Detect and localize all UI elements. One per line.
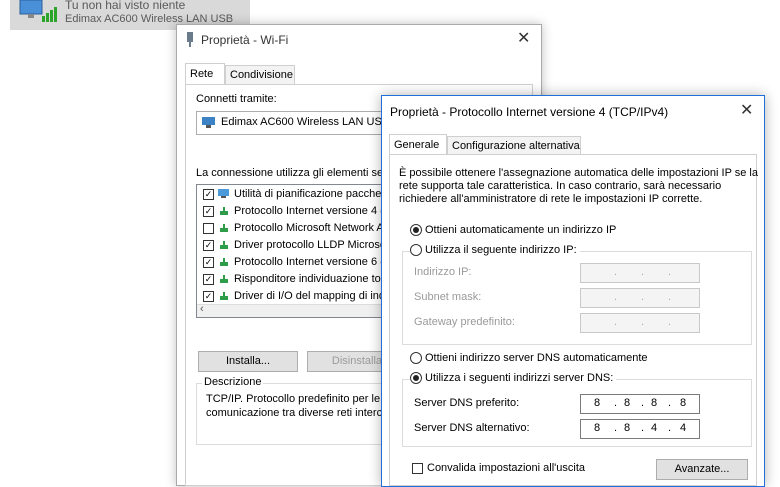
checkbox[interactable]: ✓ (203, 273, 214, 285)
subnet-field[interactable]: ... (580, 288, 700, 308)
window-title: Proprietà - Wi-Fi (201, 33, 289, 47)
close-icon[interactable]: ✕ (740, 103, 753, 119)
octet-3: 4 (651, 422, 658, 434)
validate-label: Convalida impostazioni all'uscita (427, 462, 586, 474)
intro-line-3: richiedere all'amministratore di rete le… (399, 193, 703, 205)
intro-line-1: È possibile ottenere l'assegnazione auto… (399, 167, 758, 179)
checkbox[interactable]: ✓ (203, 256, 214, 268)
protocol-icon (220, 241, 228, 250)
generale-panel: È possibile ottenere l'assegnazione auto… (389, 154, 758, 486)
tab-bar: Generale Configurazione alternativa (389, 134, 749, 156)
network-name: Tu non hai visto niente (65, 0, 186, 12)
checkbox[interactable]: ✓ (203, 188, 214, 200)
list-item[interactable]: ✓ Driver di I/O del mapping di indiv (203, 288, 393, 305)
radio-dot[interactable] (410, 352, 422, 365)
octet-3: 8 (651, 397, 658, 409)
manual-ip-label: Utilizza il seguente indirizzo IP: (425, 244, 577, 256)
checkbox[interactable] (412, 462, 423, 474)
list-item-label: Protocollo Microsoft Network Ad (234, 222, 390, 234)
alternate-dns-label: Server DNS alternativo: (414, 422, 530, 434)
network-adapter-icon (187, 32, 193, 47)
description-line-1: TCP/IP. Protocollo predefinito per le W (206, 393, 394, 405)
tab-rete[interactable]: Rete (185, 63, 225, 84)
checkbox[interactable] (203, 222, 214, 234)
protocol-icon (220, 275, 228, 284)
alternate-dns-field[interactable]: 8. 8. 4. 4 (580, 419, 700, 439)
preferred-dns-field[interactable]: 8. 8. 8. 8 (580, 394, 700, 414)
list-item[interactable]: ✓ Risponditore individuazione topo (203, 271, 393, 288)
subnet-label: Subnet mask: (414, 291, 482, 303)
manual-ip-radio[interactable]: Utilizza il seguente indirizzo IP: (410, 244, 580, 257)
ipv4-properties-window: Proprietà - Protocollo Internet versione… (381, 95, 765, 487)
list-item[interactable]: ✓ Utilità di pianificazione pacchetti (203, 186, 390, 203)
description-line-2: comunicazione tra diverse reti intercon (206, 407, 395, 419)
octet-4: 4 (680, 422, 687, 434)
list-item-label: Driver protocollo LLDP Microsoft (234, 239, 393, 251)
protocol-icon (220, 224, 228, 233)
connect-label: Connetti tramite: (196, 93, 277, 105)
wifi-monitor-icon (19, 0, 57, 22)
description-title: Descrizione (202, 376, 264, 388)
radio-dot[interactable] (410, 372, 422, 385)
gateway-label: Gateway predefinito: (414, 316, 515, 328)
intro-line-2: rete supporta tale caratteristica. In ca… (399, 180, 722, 192)
tab-condivisione[interactable]: Condivisione (225, 65, 295, 84)
octet-1: 8 (594, 422, 601, 434)
list-item[interactable]: ✓ Protocollo Internet versione 4 (T (203, 203, 391, 220)
checkbox[interactable]: ✓ (203, 205, 214, 217)
auto-ip-label: Ottieni automaticamente un indirizzo IP (425, 224, 617, 236)
radio-dot[interactable] (410, 244, 422, 257)
validate-checkbox[interactable]: Convalida impostazioni all'uscita (412, 462, 585, 474)
scroll-left-icon[interactable]: ‹ (200, 303, 204, 315)
tab-generale[interactable]: Generale (389, 134, 447, 155)
adapter-name: Edimax AC600 Wireless LAN USB (221, 116, 390, 128)
ip-address-field[interactable]: ... (580, 263, 700, 283)
list-item-label: Utilità di pianificazione pacchetti (234, 188, 390, 200)
octet-4: 8 (680, 397, 687, 409)
list-item-label: Driver di I/O del mapping di indiv (234, 290, 393, 302)
auto-dns-radio[interactable]: Ottieni indirizzo server DNS automaticam… (410, 352, 648, 365)
auto-dns-label: Ottieni indirizzo server DNS automaticam… (425, 352, 648, 364)
manual-dns-radio[interactable]: Utilizza i seguenti indirizzi server DNS… (410, 372, 617, 385)
protocol-icon (220, 292, 228, 301)
list-item[interactable]: ✓ Driver protocollo LLDP Microsoft (203, 237, 392, 254)
octet-2: 8 (624, 397, 631, 409)
octet-1: 8 (594, 397, 601, 409)
list-item[interactable]: ✓ Protocollo Internet versione 6 (T (203, 254, 391, 271)
list-item-label: Protocollo Internet versione 4 (T (234, 205, 391, 217)
service-icon (218, 189, 229, 199)
protocol-icon (220, 207, 228, 216)
list-item-label: Risponditore individuazione topo (234, 273, 393, 285)
tab-bar: Rete Condivisione (185, 63, 525, 85)
window-title: Proprietà - Protocollo Internet versione… (390, 105, 669, 119)
checkbox[interactable]: ✓ (203, 239, 214, 251)
octet-2: 8 (624, 422, 631, 434)
radio-dot[interactable] (410, 224, 422, 237)
auto-ip-radio[interactable]: Ottieni automaticamente un indirizzo IP (410, 224, 617, 237)
checkbox[interactable]: ✓ (203, 290, 214, 302)
list-item-label: Protocollo Internet versione 6 (T (234, 256, 391, 268)
list-item[interactable]: Protocollo Microsoft Network Ad (203, 220, 390, 237)
protocol-icon (220, 258, 228, 267)
gateway-field[interactable]: ... (580, 313, 700, 333)
items-label: La connessione utilizza gli elementi seg… (196, 167, 402, 179)
ip-address-label: Indirizzo IP: (414, 266, 472, 278)
install-button[interactable]: Installa... (198, 351, 298, 372)
tab-configurazione-alternativa[interactable]: Configurazione alternativa (447, 136, 581, 155)
preferred-dns-label: Server DNS preferito: (414, 397, 520, 409)
close-icon[interactable]: ✕ (517, 31, 530, 47)
manual-dns-label: Utilizza i seguenti indirizzi server DNS… (425, 372, 614, 384)
network-card-icon (202, 117, 215, 128)
